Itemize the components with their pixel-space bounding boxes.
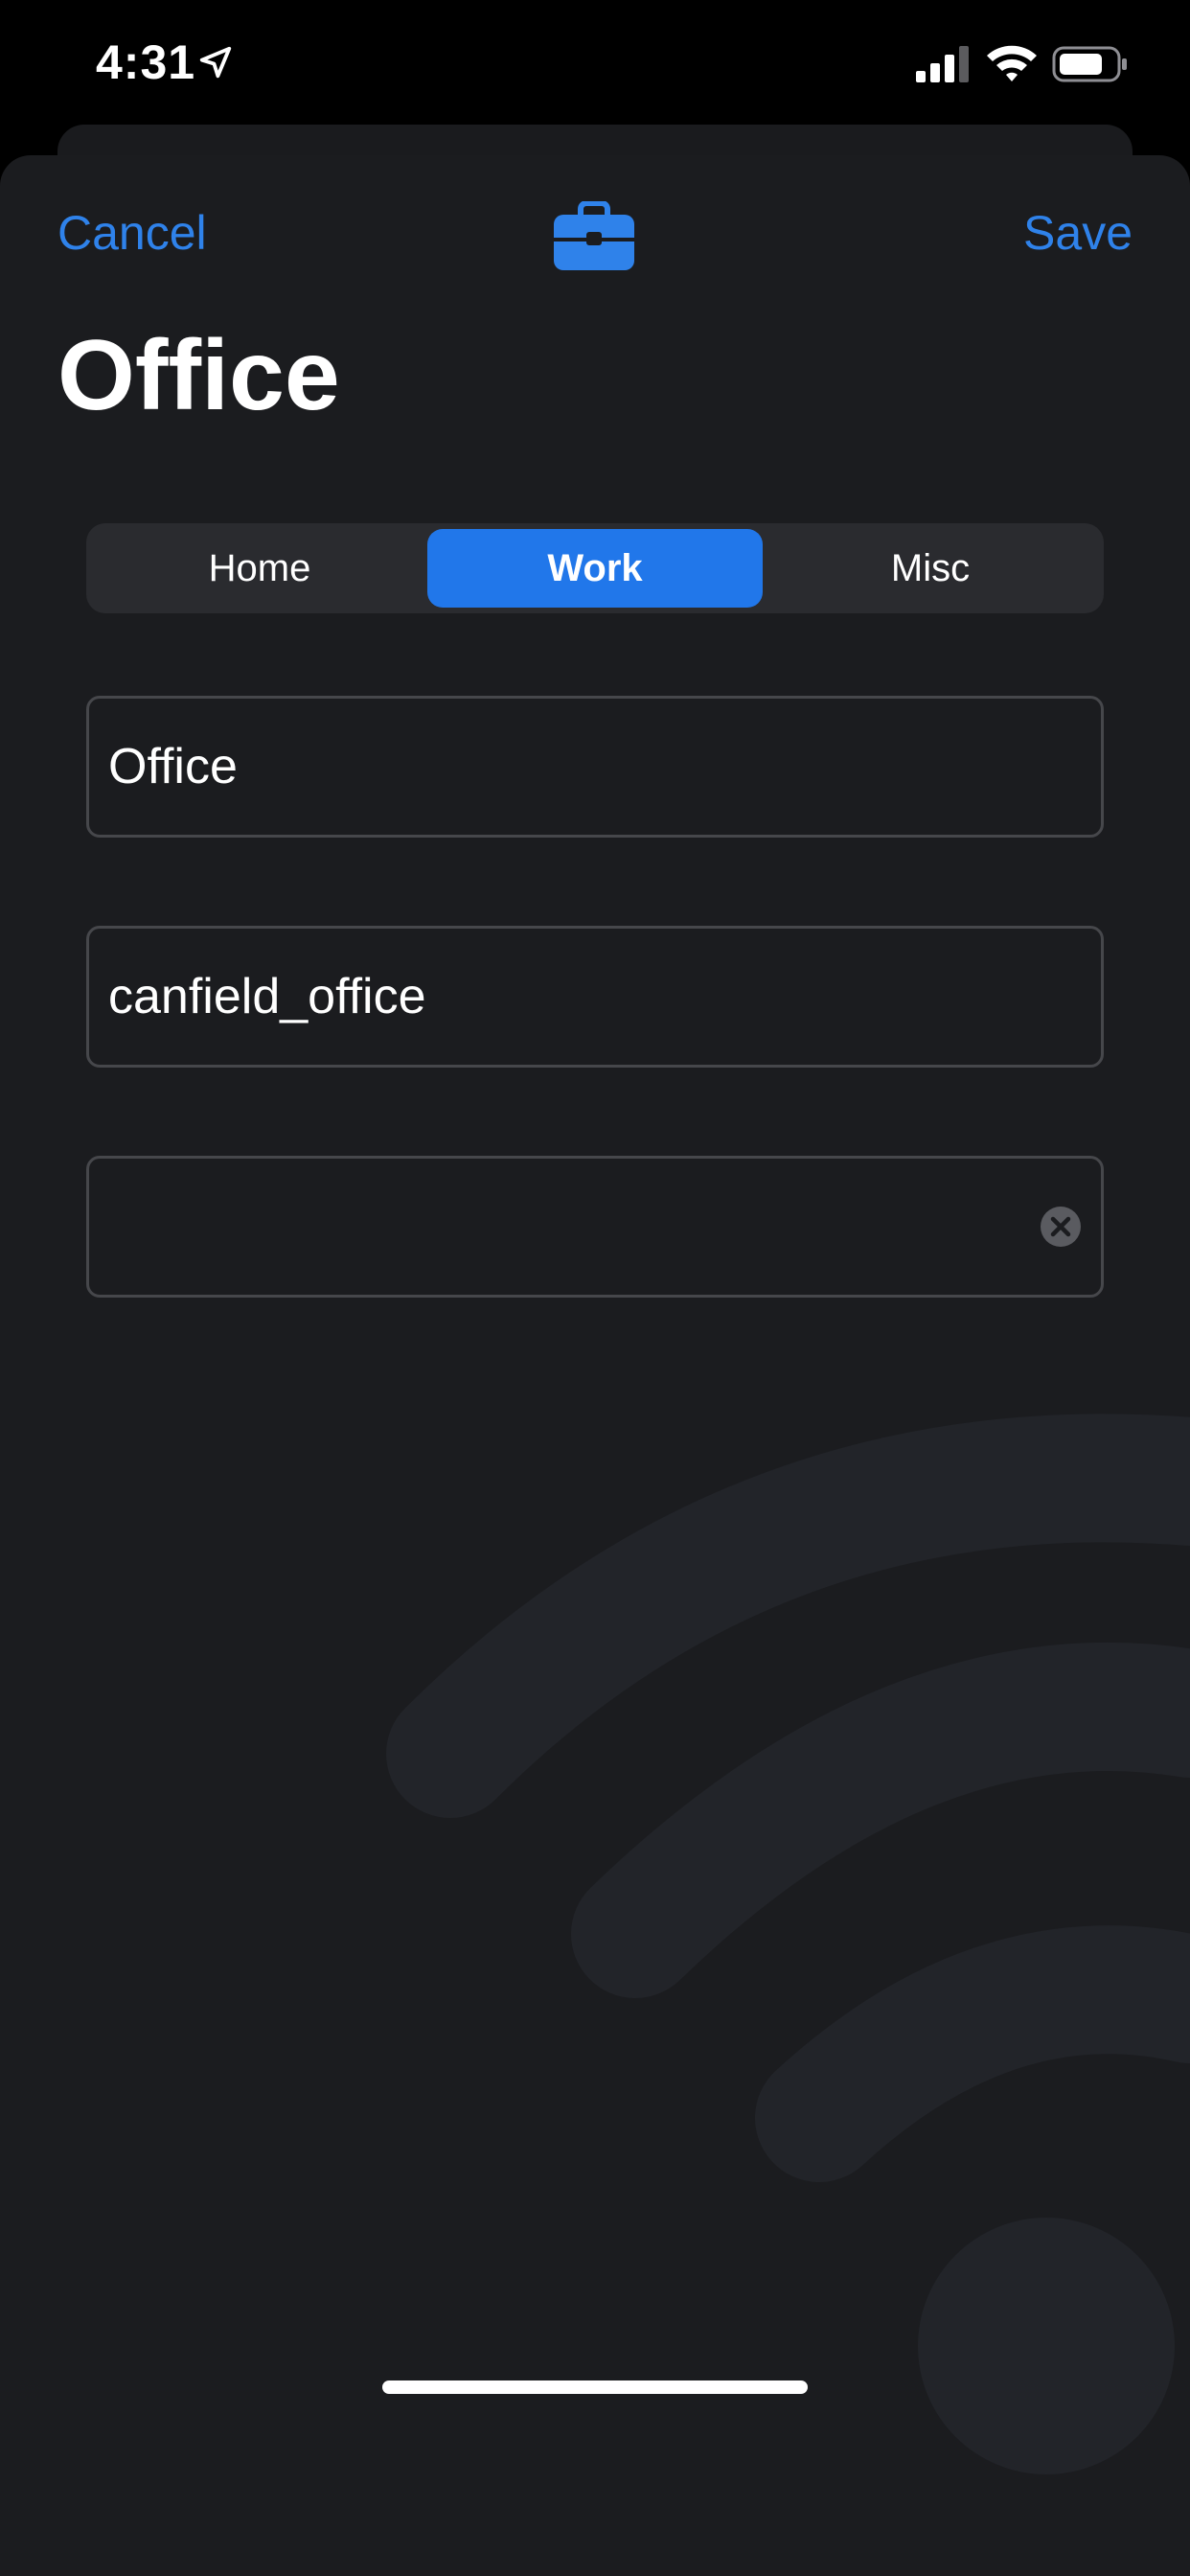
extra-field (86, 1156, 1104, 1298)
segment-work[interactable]: Work (427, 529, 763, 608)
home-indicator[interactable] (382, 2380, 808, 2394)
category-segmented-control: Home Work Misc (86, 523, 1104, 613)
cancel-button[interactable]: Cancel (57, 205, 207, 261)
briefcase-icon (554, 201, 634, 270)
wifi-icon (987, 45, 1037, 81)
page-title: Office (57, 320, 340, 431)
segment-home[interactable]: Home (92, 529, 427, 608)
status-bar: 4:31 (0, 0, 1190, 125)
location-arrow-icon (199, 46, 232, 79)
edit-sheet: Cancel Save Office Home Work Misc (0, 155, 1190, 2576)
wifi-watermark-icon (386, 1414, 1190, 2474)
network-field (86, 926, 1104, 1068)
save-button[interactable]: Save (1023, 205, 1133, 261)
battery-icon (1052, 46, 1127, 82)
extra-input[interactable] (108, 1198, 1028, 1255)
clear-circle-icon[interactable] (1040, 1206, 1082, 1248)
name-input[interactable] (108, 738, 1082, 795)
network-name-input[interactable] (108, 968, 1082, 1025)
cellular-signal-icon (916, 46, 969, 82)
name-field (86, 696, 1104, 838)
status-time: 4:31 (96, 35, 196, 89)
segment-misc[interactable]: Misc (763, 529, 1098, 608)
